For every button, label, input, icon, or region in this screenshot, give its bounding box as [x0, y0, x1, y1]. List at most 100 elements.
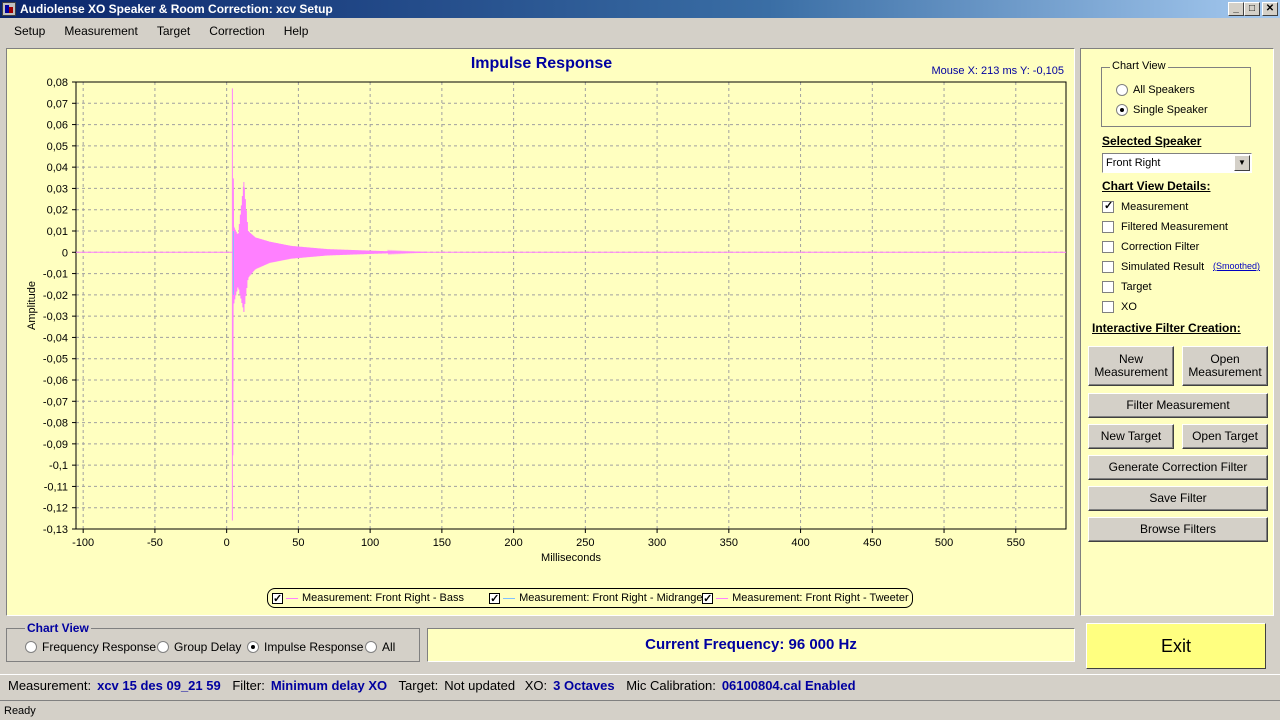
y-tick-label: -0,04	[43, 332, 68, 344]
legend-label: Measurement: Front Right - Midrange	[519, 592, 703, 604]
checkbox-filtered-measurement[interactable]: Filtered Measurement	[1102, 220, 1228, 234]
radio-single-speaker[interactable]: Single Speaker	[1116, 103, 1208, 117]
checkbox-box[interactable]	[1102, 221, 1114, 233]
radio-frequency-response[interactable]: Frequency Response	[25, 640, 156, 654]
save-filter-button[interactable]: Save Filter	[1088, 486, 1268, 511]
speaker-select[interactable]: Front Right ▼	[1102, 153, 1252, 173]
legend-checkbox[interactable]	[272, 590, 283, 608]
legend-item-bass[interactable]: Measurement: Front Right - Bass	[272, 589, 486, 608]
radio-label: Group Delay	[174, 640, 242, 654]
menu-help[interactable]: Help	[276, 20, 317, 42]
checkbox-box[interactable]	[1102, 241, 1114, 253]
open-measurement-button[interactable]: Open Measurement	[1182, 346, 1268, 386]
legend-checkbox[interactable]	[702, 590, 714, 608]
radio-label: Frequency Response	[42, 640, 157, 654]
selected-speaker-heading: Selected Speaker	[1102, 134, 1202, 148]
window-title: Audiolense XO Speaker & Room Correction:…	[20, 2, 333, 16]
y-tick-label: 0,03	[47, 183, 68, 195]
menu-bar: Setup Measurement Target Correction Help	[0, 20, 1280, 42]
new-target-button[interactable]: New Target	[1088, 424, 1174, 449]
x-axis-label: Milliseconds	[541, 552, 601, 564]
browse-filters-button[interactable]: Browse Filters	[1088, 517, 1268, 542]
y-tick-label: -0,03	[43, 311, 68, 323]
legend-item-midrange[interactable]: Measurement: Front Right - Midrange	[489, 589, 703, 608]
measurement-value: xcv 15 des 09_21 59	[97, 678, 221, 693]
impulse-chart[interactable]: -100 -50 0 50 100 150 200 250 300 350 400 450 500 550…	[7, 49, 1076, 584]
mouse-readout: Mouse X: 213 ms Y: -0,105	[931, 65, 1064, 77]
checkbox-label: Filtered Measurement	[1121, 221, 1228, 233]
speaker-select-value: Front Right	[1106, 157, 1161, 169]
radio-label: All Speakers	[1133, 84, 1195, 96]
x-tick-label: 50	[292, 537, 304, 549]
checkbox-label: Simulated Result	[1121, 261, 1205, 273]
radio-button[interactable]	[25, 641, 37, 653]
y-tick-label: -0,08	[43, 418, 68, 430]
maximize-button[interactable]: □	[1244, 2, 1260, 16]
y-tick-label: -0,12	[43, 503, 68, 515]
right-panel: Chart View All Speakers Single Speaker S…	[1080, 48, 1274, 616]
checkbox-box[interactable]	[1102, 281, 1114, 293]
app-icon[interactable]	[2, 2, 16, 16]
legend-checkbox[interactable]	[489, 590, 501, 608]
checkbox-xo[interactable]: XO	[1102, 300, 1137, 314]
x-tick-label: 250	[576, 537, 594, 549]
plot-area	[76, 82, 1066, 529]
y-tick-label: -0,05	[43, 354, 68, 366]
y-tick-label: 0,02	[47, 205, 68, 217]
filter-value: Minimum delay XO	[270, 678, 388, 693]
minimize-button[interactable]: _	[1228, 2, 1244, 16]
y-tick-label: 0,07	[47, 98, 68, 110]
x-tick-label: 100	[361, 537, 379, 549]
y-tick-label: -0,1	[49, 460, 68, 472]
legend-swatch	[716, 597, 729, 599]
radio-button[interactable]	[365, 641, 377, 653]
checkbox-target[interactable]: Target	[1102, 280, 1152, 294]
checkbox-box[interactable]	[1102, 301, 1114, 313]
bottom-chart-view-group: Chart View Frequency Response Group Dela…	[6, 621, 420, 662]
x-tick-label: 150	[433, 537, 451, 549]
new-measurement-button[interactable]: New Measurement	[1088, 346, 1174, 386]
radio-group-delay[interactable]: Group Delay	[157, 640, 241, 654]
target-value: Not updated	[444, 678, 516, 693]
status-bar: Ready	[0, 700, 1280, 720]
radio-button[interactable]	[157, 641, 169, 653]
radio-button[interactable]	[1116, 84, 1128, 96]
chart-panel: -100 -50 0 50 100 150 200 250 300 350 400 450 500 550…	[6, 48, 1075, 616]
chart-view-details-heading: Chart View Details:	[1102, 179, 1211, 193]
generate-correction-filter-button[interactable]: Generate Correction Filter	[1088, 455, 1268, 480]
filter-measurement-button[interactable]: Filter Measurement	[1088, 393, 1268, 418]
y-tick-label: 0,06	[47, 120, 68, 132]
x-tick-label: 0	[224, 537, 230, 549]
radio-impulse-response[interactable]: Impulse Response	[247, 640, 363, 654]
checkbox-correction-filter[interactable]: Correction Filter	[1102, 240, 1199, 254]
x-tick-label: 200	[504, 537, 522, 549]
chevron-down-icon[interactable]: ▼	[1234, 155, 1250, 171]
legend-swatch	[286, 597, 298, 599]
checkbox-box[interactable]	[1102, 261, 1114, 273]
open-target-button[interactable]: Open Target	[1182, 424, 1268, 449]
menu-target[interactable]: Target	[149, 20, 198, 42]
menu-setup[interactable]: Setup	[6, 20, 53, 42]
y-axis-label: Amplitude	[26, 281, 38, 330]
legend-item-tweeter[interactable]: Measurement: Front Right - Tweeter	[702, 589, 910, 608]
close-button[interactable]: ✕	[1262, 2, 1278, 16]
x-tick-label: 500	[935, 537, 953, 549]
radio-button[interactable]	[247, 641, 259, 653]
x-tick-label: 350	[720, 537, 738, 549]
chart-legend: Measurement: Front Right - Bass Measurem…	[267, 588, 913, 608]
checkbox-simulated-result[interactable]: Simulated Result	[1102, 260, 1204, 274]
radio-all-speakers[interactable]: All Speakers	[1116, 83, 1195, 97]
checkbox-box[interactable]	[1102, 199, 1114, 213]
menu-correction[interactable]: Correction	[201, 20, 272, 42]
checkbox-label: XO	[1121, 301, 1137, 313]
legend-label: Measurement: Front Right - Tweeter	[732, 592, 909, 604]
smoothed-link[interactable]: (Smoothed)	[1213, 261, 1260, 271]
menu-measurement[interactable]: Measurement	[56, 20, 145, 42]
y-tick-label: -0,06	[43, 375, 68, 387]
radio-all[interactable]: All	[365, 640, 395, 654]
exit-button[interactable]: Exit	[1086, 623, 1266, 669]
checkbox-measurement[interactable]: Measurement	[1102, 199, 1188, 214]
radio-button[interactable]	[1116, 104, 1128, 116]
y-tick-label: 0,08	[47, 77, 68, 89]
y-tick-label: 0,01	[47, 226, 68, 238]
